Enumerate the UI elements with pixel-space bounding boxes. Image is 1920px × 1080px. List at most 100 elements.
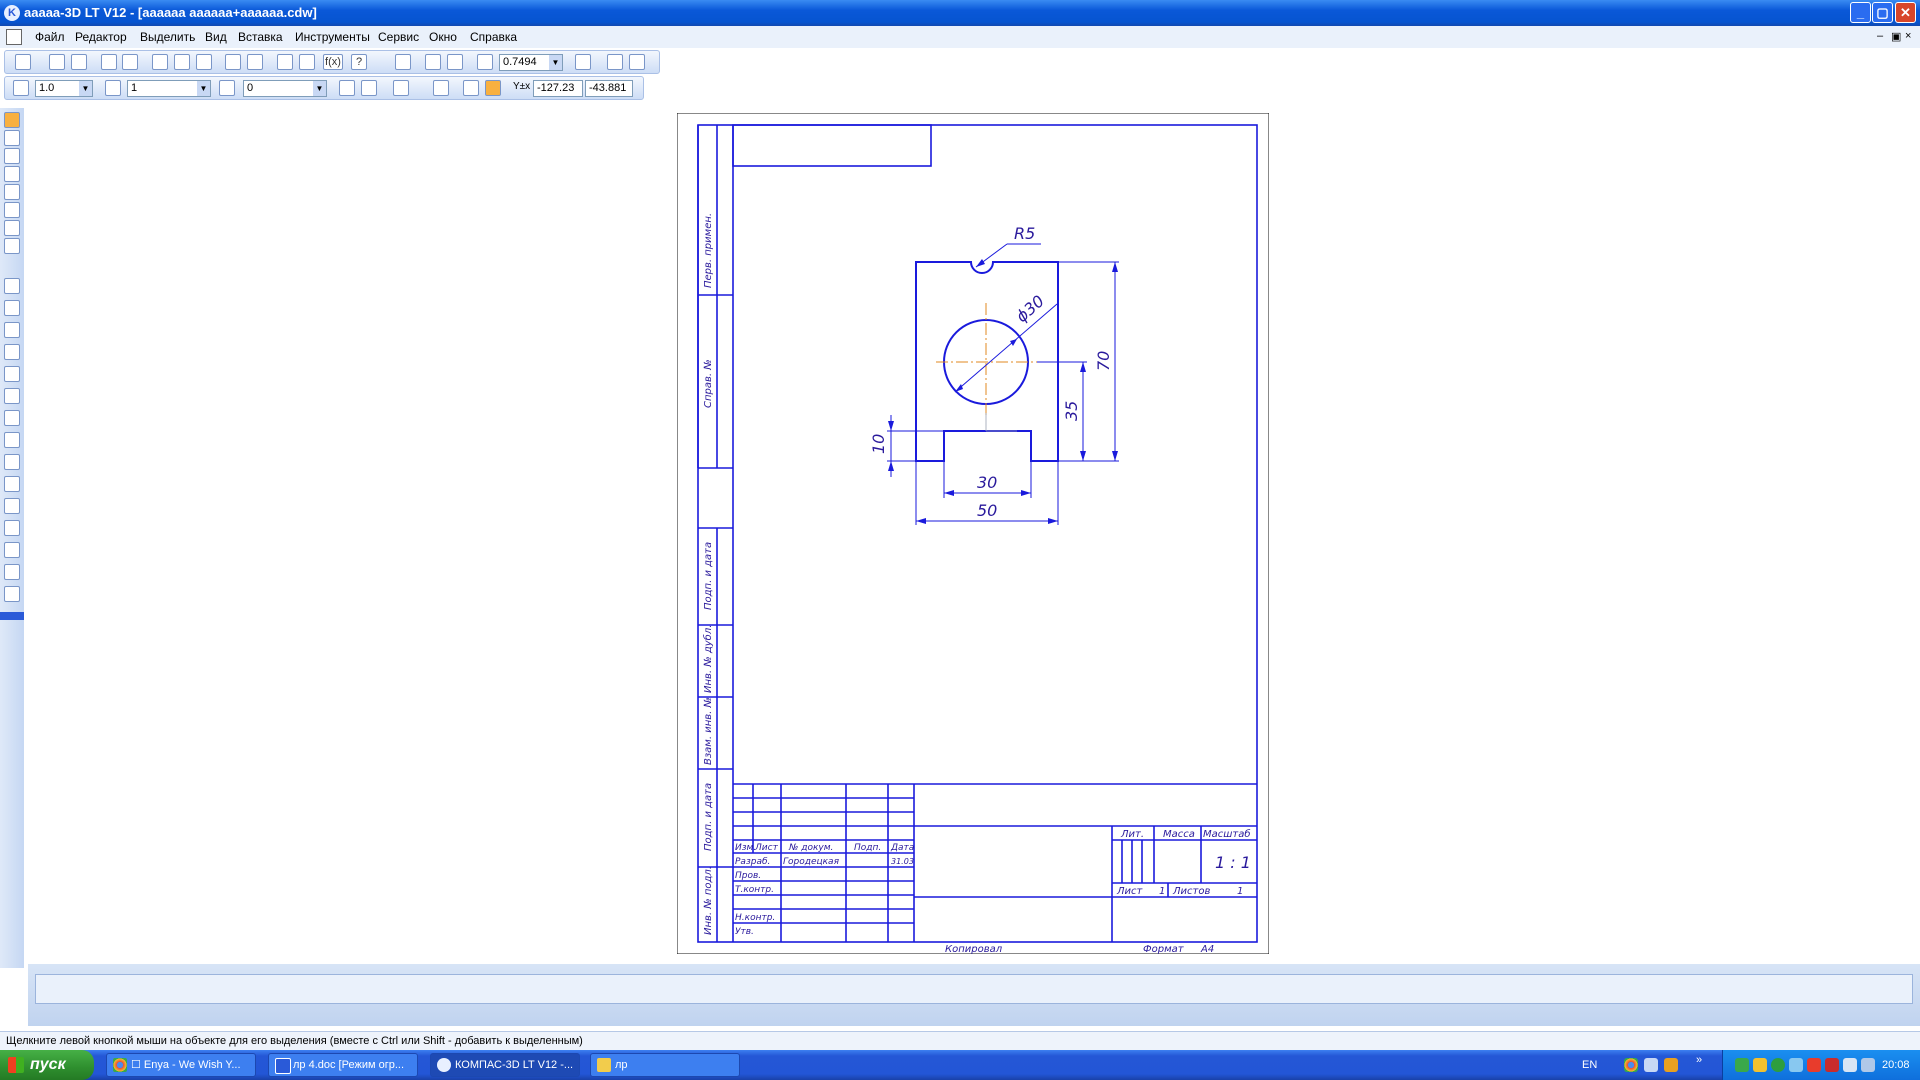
language-indicator[interactable]: EN (1582, 1059, 1597, 1071)
menu-window[interactable]: Окно (429, 30, 457, 44)
refresh-icon[interactable] (629, 54, 645, 70)
quicklaunch-chevron[interactable]: » (1696, 1054, 1702, 1066)
tray-volume-icon[interactable] (1861, 1058, 1875, 1072)
cut-icon[interactable] (152, 54, 168, 70)
mdi-restore-button[interactable]: ▣ (1891, 30, 1901, 43)
help-pointer-icon[interactable]: ? (351, 54, 367, 70)
close-button[interactable]: ✕ (1895, 2, 1916, 23)
point-icon[interactable] (4, 278, 20, 294)
collection-icon[interactable] (4, 586, 20, 602)
quicklaunch-chrome-icon[interactable] (1624, 1058, 1638, 1072)
bezier-icon[interactable] (4, 410, 20, 426)
document-menu-icon[interactable] (6, 29, 22, 45)
zoom-window-icon[interactable] (395, 54, 411, 70)
zoom-combo[interactable]: 0.7494 ▼ (499, 54, 563, 71)
chamfer-icon[interactable] (4, 498, 20, 514)
mdi-minimize-button[interactable]: – (1877, 30, 1883, 42)
menu-help[interactable]: Справка (470, 30, 517, 44)
task-word[interactable]: лр 4.doc [Режим огр... (268, 1053, 418, 1077)
circle-icon[interactable] (4, 344, 20, 360)
ellipse-icon[interactable] (4, 388, 20, 404)
start-button[interactable]: пуск (0, 1050, 94, 1080)
drawing-sheet[interactable]: R5 ϕ30 70 35 10 30 50 Перв. примен. Спра… (677, 113, 1269, 954)
copy-icon[interactable] (174, 54, 190, 70)
coord-x-field[interactable]: -127.23 (533, 80, 583, 97)
hatch-icon[interactable] (4, 542, 20, 558)
menu-editor[interactable]: Редактор (75, 30, 127, 44)
local-cs-icon[interactable] (433, 80, 449, 96)
print-icon[interactable] (122, 54, 138, 70)
chevron-down-icon[interactable]: ▼ (79, 81, 92, 96)
save-icon[interactable] (71, 54, 87, 70)
auxiliary-line-icon[interactable] (4, 300, 20, 316)
open-folder-icon[interactable] (49, 54, 65, 70)
chevron-down-icon[interactable]: ▼ (549, 55, 562, 70)
redo-icon[interactable] (299, 54, 315, 70)
measure-panel-icon[interactable] (4, 202, 20, 218)
style-combo[interactable]: 0 ▼ (243, 80, 327, 97)
tray-security-icon[interactable] (1753, 1058, 1767, 1072)
spline-icon[interactable] (4, 454, 20, 470)
polyline-icon[interactable] (4, 432, 20, 448)
maximize-button[interactable]: ▢ (1872, 2, 1893, 23)
tray-display-icon[interactable] (1843, 1058, 1857, 1072)
fillet-icon[interactable] (4, 476, 20, 492)
properties-icon[interactable] (247, 54, 263, 70)
zoom-scale-icon[interactable] (477, 54, 493, 70)
menu-service[interactable]: Сервис (378, 30, 419, 44)
mdi-close-button[interactable]: × (1905, 30, 1911, 42)
format-brush-icon[interactable] (225, 54, 241, 70)
quicklaunch-settings-icon[interactable] (1644, 1058, 1658, 1072)
edit-panel-icon[interactable] (4, 166, 20, 182)
task-folder[interactable]: лр (590, 1053, 740, 1077)
segment-icon[interactable] (4, 322, 20, 338)
snap-off-icon[interactable] (361, 80, 377, 96)
designations-panel-icon[interactable] (4, 148, 20, 164)
chevron-down-icon[interactable]: ▼ (313, 81, 326, 96)
paste-icon[interactable] (196, 54, 212, 70)
ortho-icon[interactable] (463, 80, 479, 96)
layer-icon[interactable] (105, 80, 121, 96)
parametric-mode-icon[interactable] (485, 80, 501, 96)
layer-combo[interactable]: 1 ▼ (127, 80, 211, 97)
task-enya[interactable]: ☐ Enya - We Wish Y... (106, 1053, 256, 1077)
minimize-button[interactable]: _ (1850, 2, 1871, 23)
pan-icon[interactable] (575, 54, 591, 70)
zoom-in-icon[interactable] (425, 54, 441, 70)
contour-icon[interactable] (4, 564, 20, 580)
function-icon[interactable]: f(x) (323, 54, 343, 70)
grid-icon[interactable] (393, 80, 409, 96)
kompas-app-icon[interactable]: K (4, 5, 20, 21)
chevron-down-icon[interactable]: ▼ (197, 81, 210, 96)
rectangle-icon[interactable] (4, 520, 20, 536)
menu-select[interactable]: Выделить (140, 30, 195, 44)
coord-y-field[interactable]: -43.881 (585, 80, 633, 97)
dimensions-panel-icon[interactable] (4, 130, 20, 146)
step-combo[interactable]: 1.0 ▼ (35, 80, 93, 97)
tray-network-icon[interactable] (1735, 1058, 1749, 1072)
menu-view[interactable]: Вид (205, 30, 227, 44)
new-document-icon[interactable] (15, 54, 31, 70)
tray-update-icon[interactable] (1771, 1058, 1785, 1072)
arc-icon[interactable] (4, 366, 20, 382)
geometry-panel-icon[interactable] (4, 112, 20, 128)
panel-expander[interactable] (0, 612, 24, 620)
quicklaunch-firefox-icon[interactable] (1664, 1058, 1678, 1072)
undo-icon[interactable] (277, 54, 293, 70)
print-preview-icon[interactable] (101, 54, 117, 70)
parametrization-panel-icon[interactable] (4, 184, 20, 200)
tray-antivirus-icon[interactable] (1807, 1058, 1821, 1072)
tray-usb-icon[interactable] (1789, 1058, 1803, 1072)
menu-insert[interactable]: Вставка (238, 30, 283, 44)
cursor-step-icon[interactable] (13, 80, 29, 96)
style-icon[interactable] (219, 80, 235, 96)
snap-on-icon[interactable] (339, 80, 355, 96)
show-all-icon[interactable] (607, 54, 623, 70)
task-kompas[interactable]: КОМПАС-3D LT V12 -... (430, 1053, 580, 1077)
zoom-out-icon[interactable] (447, 54, 463, 70)
menu-file[interactable]: Файл (35, 30, 65, 44)
reports-panel-icon[interactable] (4, 238, 20, 254)
tray-v-icon[interactable] (1825, 1058, 1839, 1072)
properties-panel-field[interactable] (35, 974, 1913, 1004)
menu-tools[interactable]: Инструменты (295, 30, 370, 44)
